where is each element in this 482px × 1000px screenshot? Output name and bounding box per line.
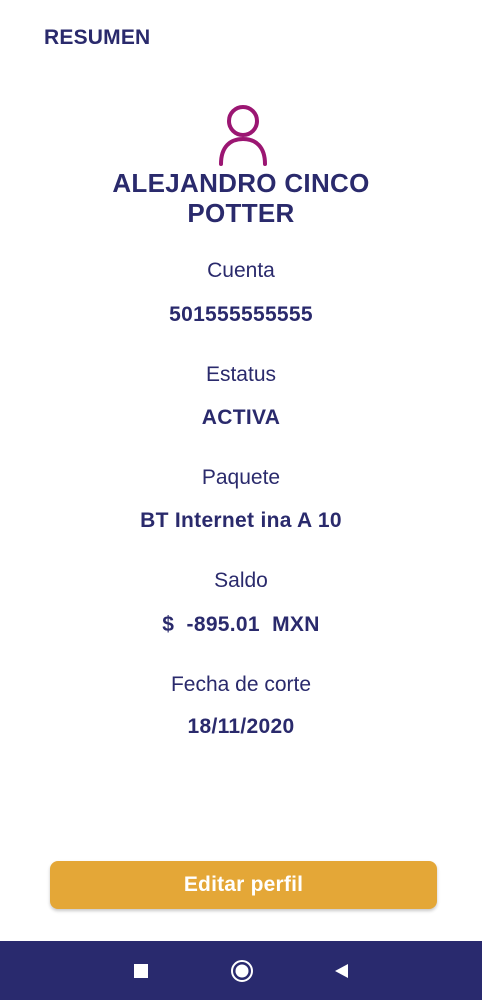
recents-button[interactable] xyxy=(111,941,171,1000)
balance-label: Saldo xyxy=(214,569,268,592)
status-label: Estatus xyxy=(205,363,277,386)
account-label: Cuenta xyxy=(207,259,275,282)
user-name-line2: POTTER xyxy=(187,198,295,228)
edit-profile-button[interactable]: Editar perfil xyxy=(50,861,437,909)
package-label: Paquete xyxy=(201,466,281,489)
system-nav-bar xyxy=(0,941,482,1000)
user-name-line1: ALEJANDRO CINCO xyxy=(112,168,370,198)
status-value: ACTIVA xyxy=(201,406,281,429)
account-value: 501555555555 xyxy=(169,303,313,326)
user-name: ALEJANDRO CINCO POTTER xyxy=(40,168,442,228)
page-title: RESUMEN xyxy=(44,26,151,49)
user-outline-icon xyxy=(217,102,269,168)
back-button[interactable] xyxy=(311,941,371,1000)
home-button[interactable] xyxy=(212,941,272,1000)
package-value: BT Internet ina A 10 xyxy=(140,509,342,532)
cutoff-date-label: Fecha de corte xyxy=(170,673,312,696)
cutoff-date-value: 18/11/2020 xyxy=(187,715,295,738)
edit-profile-label: Editar perfil xyxy=(183,873,304,896)
balance-value: $ -895.01 MXN xyxy=(162,613,320,636)
